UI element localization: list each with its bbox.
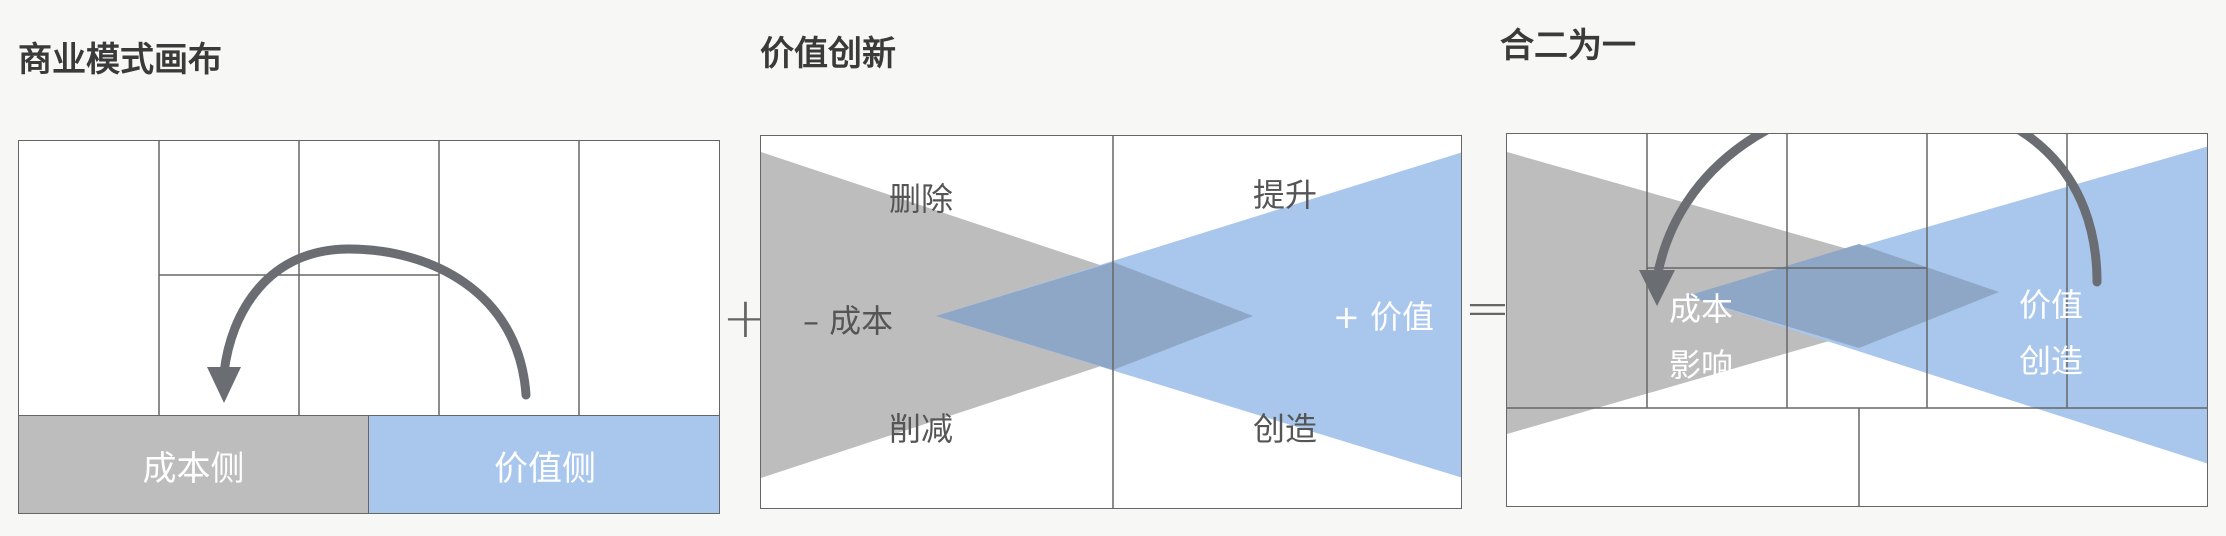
title-combined: 合二为一 <box>1500 26 1636 66</box>
business-model-canvas-panel: 成本侧 价值侧 <box>18 140 720 514</box>
curved-arrow <box>207 244 531 403</box>
combined-panel: 成本 影响 价值 创造 <box>1506 133 2208 507</box>
label-plus-value: + 价值 <box>1333 298 1434 336</box>
arrow-head-icon <box>207 367 241 403</box>
label-value-line1: 价值 <box>2019 286 2084 324</box>
label-cost-line2: 影响 <box>1669 346 1734 384</box>
label-create: 创造 <box>1253 410 1318 448</box>
value-innovation-panel: 删除 提升 – 成本 + 价值 削减 创造 <box>760 135 1462 509</box>
label-reduce: 削减 <box>889 410 954 448</box>
label-raise: 提升 <box>1253 176 1318 214</box>
equals-operator: = <box>1464 276 1511 341</box>
label-minus-cost: – 成本 <box>803 302 894 340</box>
combined-shapes <box>1507 134 2207 506</box>
label-value-line2: 创造 <box>2019 342 2084 380</box>
title-business-model-canvas: 商业模式画布 <box>18 40 222 80</box>
label-eliminate: 删除 <box>889 180 954 218</box>
label-cost-line1: 成本 <box>1669 290 1734 328</box>
arrow-arc <box>219 244 531 400</box>
title-value-innovation: 价值创新 <box>760 34 896 74</box>
